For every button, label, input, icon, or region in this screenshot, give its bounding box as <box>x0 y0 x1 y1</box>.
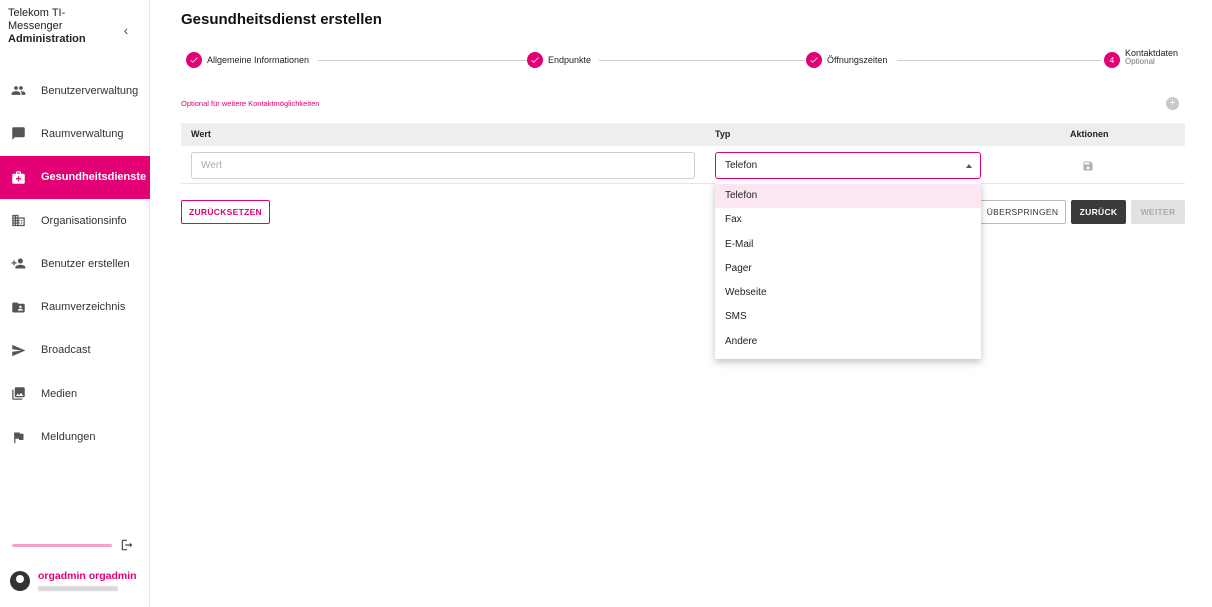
collapse-sidebar-icon[interactable]: ‹ <box>118 22 134 38</box>
user-id-redacted <box>38 586 118 591</box>
step-label: Öffnungszeiten <box>827 55 888 65</box>
step-connector <box>599 60 805 61</box>
sidebar-item-gesundheitsdienste[interactable]: Gesundheitsdienste <box>0 155 150 199</box>
table-row: Telefon <box>181 146 1185 184</box>
dropdown-option-email[interactable]: E-Mail <box>715 233 981 257</box>
dropdown-option-webseite[interactable]: Webseite <box>715 281 981 305</box>
app-title-line1: Telekom TI- <box>8 7 66 19</box>
column-header-typ: Typ <box>715 129 731 139</box>
chat-icon <box>10 126 26 142</box>
step-endpunkte[interactable]: Endpunkte <box>527 52 591 68</box>
sidebar-item-benutzer-erstellen[interactable]: Benutzer erstellen <box>0 242 150 285</box>
step-allgemeine-informationen[interactable]: Allgemeine Informationen <box>186 52 309 68</box>
arrow-up-icon <box>966 164 972 168</box>
save-icon[interactable] <box>1082 159 1094 171</box>
step-number-badge: 4 <box>1104 52 1120 68</box>
sidebar-item-label: Meldungen <box>41 431 96 444</box>
wert-input[interactable] <box>191 152 695 179</box>
logout-icon[interactable] <box>120 538 136 554</box>
flag-icon <box>10 429 26 445</box>
step-label: Allgemeine Informationen <box>207 55 310 65</box>
sidebar-item-label: Gesundheitsdienste <box>41 171 147 184</box>
step-label: Endpunkte <box>548 55 592 65</box>
step-kontaktdaten[interactable]: 4 Kontaktdaten Optional <box>1104 48 1178 68</box>
sidebar-item-label: Raumverwaltung <box>41 127 124 140</box>
avatar <box>10 571 30 591</box>
typ-select-value: Telefon <box>725 160 758 171</box>
check-icon <box>806 52 822 68</box>
main-content: Gesundheitsdienst erstellen Allgemeine I… <box>150 0 1212 607</box>
sidebar-item-label: Benutzer erstellen <box>41 257 130 270</box>
sidebar: Telekom TI- Messenger Administration ‹ B… <box>0 0 150 607</box>
typ-dropdown-menu: Telefon Fax E-Mail Pager Webseite SMS An… <box>715 182 981 359</box>
column-header-aktionen: Aktionen <box>1070 129 1109 139</box>
check-icon <box>527 52 543 68</box>
sidebar-nav: Benutzerverwaltung Raumverwaltung Gesund… <box>0 69 150 459</box>
step-connector <box>318 60 528 61</box>
next-button[interactable]: WEITER <box>1131 200 1185 224</box>
dropdown-option-telefon[interactable]: Telefon <box>715 184 981 209</box>
sidebar-item-label: Raumverzeichnis <box>41 301 126 314</box>
sidebar-item-raumverwaltung[interactable]: Raumverwaltung <box>0 112 150 155</box>
column-header-wert: Wert <box>191 129 211 139</box>
dropdown-option-sms[interactable]: SMS <box>715 305 981 329</box>
sidebar-item-raumverzeichnis[interactable]: Raumverzeichnis <box>0 285 150 328</box>
sidebar-item-meldungen[interactable]: Meldungen <box>0 415 150 458</box>
step-oeffnungszeiten[interactable]: Öffnungszeiten <box>806 52 887 68</box>
sidebar-item-label: Organisationsinfo <box>41 214 127 227</box>
add-contact-button[interactable]: + <box>1166 97 1179 110</box>
typ-select[interactable]: Telefon <box>715 152 981 179</box>
sidebar-item-label: Benutzerverwaltung <box>41 84 139 97</box>
back-button[interactable]: ZURÜCK <box>1071 200 1126 224</box>
step-connector <box>897 60 1101 61</box>
sidebar-item-broadcast[interactable]: Broadcast <box>0 329 150 372</box>
step-label-group: Kontaktdaten Optional <box>1125 48 1178 67</box>
stepper: Allgemeine Informationen Endpunkte Öffnu… <box>181 48 1191 78</box>
step-sublabel: Optional <box>1125 57 1155 66</box>
page-title: Gesundheitsdienst erstellen <box>181 11 382 28</box>
sidebar-item-organisationsinfo[interactable]: Organisationsinfo <box>0 199 150 242</box>
people-icon <box>10 83 26 99</box>
app-title: Telekom TI- Messenger Administration <box>8 7 118 46</box>
sidebar-item-benutzerverwaltung[interactable]: Benutzerverwaltung <box>0 69 150 112</box>
skip-button[interactable]: ÜBERSPRINGEN <box>979 200 1066 224</box>
medical-bag-icon <box>10 169 26 185</box>
user-name: orgadmin orgadmin <box>38 570 137 582</box>
media-icon <box>10 386 26 402</box>
app-title-admin: Administration <box>8 33 86 45</box>
send-icon <box>10 342 26 358</box>
building-icon <box>10 213 26 229</box>
sidebar-item-label: Medien <box>41 387 78 400</box>
table-header: Wert Typ Aktionen <box>181 123 1185 146</box>
app-title-line2: Messenger <box>8 20 63 32</box>
check-icon <box>186 52 202 68</box>
person-add-icon <box>10 256 26 272</box>
optional-hint: Optional für weitere Kontaktmöglichkeite… <box>181 99 320 108</box>
sidebar-progress-bar <box>12 544 112 547</box>
sidebar-item-label: Broadcast <box>41 344 91 357</box>
sidebar-item-medien[interactable]: Medien <box>0 372 150 415</box>
dropdown-option-fax[interactable]: Fax <box>715 208 981 232</box>
dropdown-option-andere[interactable]: Andere <box>715 330 981 354</box>
reset-button[interactable]: ZURÜCKSETZEN <box>181 200 270 224</box>
dropdown-option-pager[interactable]: Pager <box>715 257 981 281</box>
user-profile[interactable]: orgadmin orgadmin <box>10 568 145 598</box>
folder-contact-icon <box>10 299 26 315</box>
